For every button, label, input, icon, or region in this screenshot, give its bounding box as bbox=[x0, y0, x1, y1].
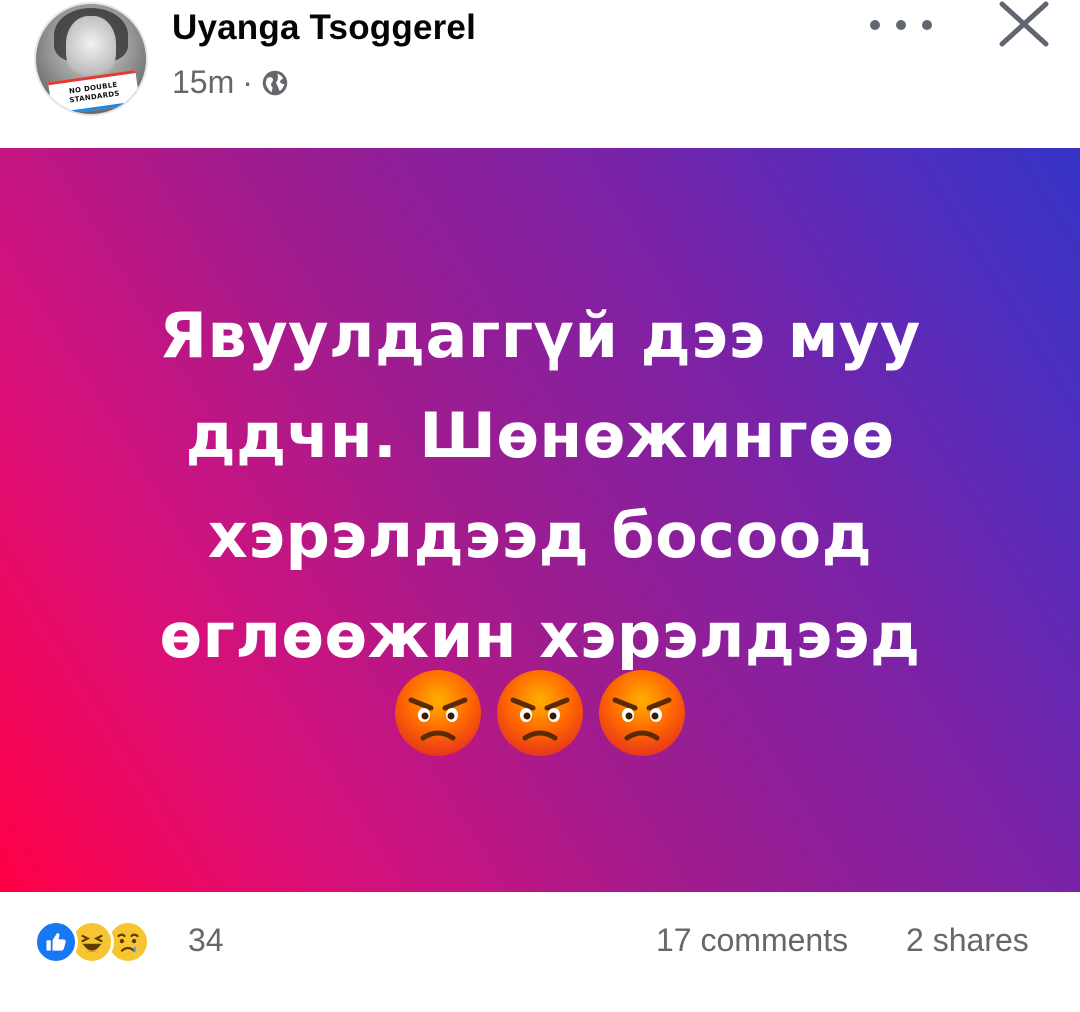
more-dot bbox=[896, 20, 906, 30]
meta-separator: · bbox=[242, 64, 253, 100]
comments-count[interactable]: 17 comments bbox=[656, 922, 848, 959]
angry-face-icon bbox=[497, 670, 583, 756]
close-icon[interactable] bbox=[994, 0, 1054, 48]
post-background[interactable]: Явуулдаггүй дээ муу ддчн. Шөнөжингөө хэр… bbox=[0, 148, 1080, 892]
more-horizontal-icon[interactable] bbox=[870, 10, 932, 40]
angry-face-icon bbox=[599, 670, 685, 756]
reaction-count[interactable]: 34 bbox=[188, 922, 224, 959]
more-dot bbox=[922, 20, 932, 30]
avatar-face bbox=[66, 16, 116, 78]
author-name[interactable]: Uyanga Tsoggerel bbox=[172, 8, 476, 48]
post-header: NO DOUBLE STANDARDS Uyanga Tsoggerel 15m… bbox=[0, 0, 1080, 148]
post-text-line: Явуулдаггүй дээ муу bbox=[159, 299, 921, 372]
more-dot bbox=[870, 20, 880, 30]
shares-count[interactable]: 2 shares bbox=[906, 922, 1029, 959]
like-icon bbox=[34, 920, 78, 964]
post-meta: 15m · bbox=[172, 64, 289, 101]
globe-icon bbox=[262, 70, 288, 95]
reaction-icons[interactable] bbox=[34, 920, 150, 964]
post-text-line: хэрэлдээд босоод bbox=[207, 499, 873, 572]
post-time[interactable]: 15m bbox=[172, 64, 234, 101]
angry-face-icon bbox=[395, 670, 481, 756]
post-text-line: ддчн. Шөнөжингөө bbox=[185, 399, 895, 472]
avatar[interactable]: NO DOUBLE STANDARDS bbox=[34, 2, 148, 116]
avatar-banner: NO DOUBLE STANDARDS bbox=[48, 70, 140, 114]
emoji-row bbox=[0, 668, 1080, 758]
post-text: Явуулдаггүй дээ муу ддчн. Шөнөжингөө хэр… bbox=[40, 286, 1040, 686]
